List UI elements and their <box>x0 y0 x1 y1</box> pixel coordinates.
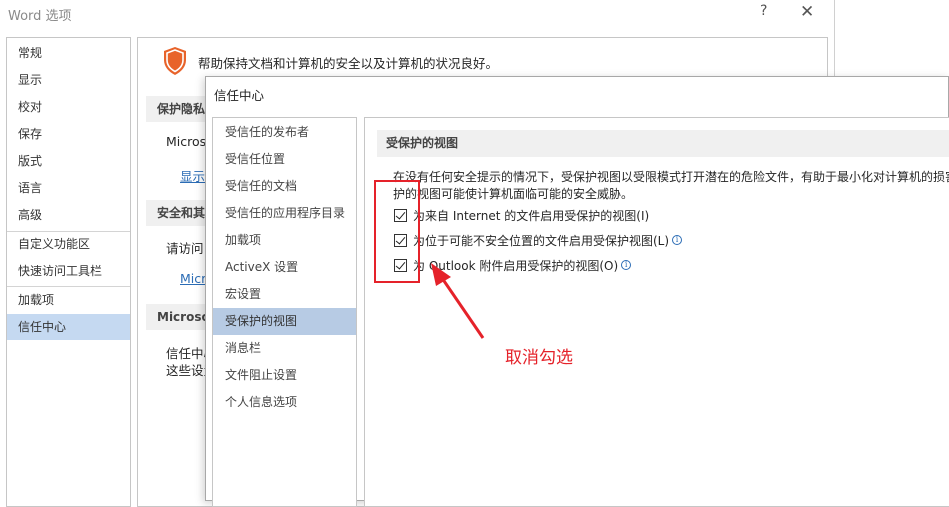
trust-center-content: 受保护的视图 在没有任何安全提示的情况下，受保护视图以受限模式打开潜在的危险文件… <box>364 117 949 507</box>
nav-item-general[interactable]: 常规 <box>7 40 130 66</box>
nav-item-trust-center[interactable]: 信任中心 <box>7 314 130 340</box>
nav-item-addins[interactable]: 加载项 <box>7 287 130 313</box>
tc-nav-trusted-documents[interactable]: 受信任的文档 <box>213 173 356 200</box>
info-icon: i <box>672 235 683 245</box>
trust-center-nav: 受信任的发布者 受信任位置 受信任的文档 受信任的应用程序目录 加载项 Acti… <box>212 117 357 507</box>
option-label: 为 Outlook 附件启用受保护的视图(O) <box>413 258 619 273</box>
tc-nav-addins[interactable]: 加载项 <box>213 227 356 254</box>
tc-nav-message-bar[interactable]: 消息栏 <box>213 335 356 362</box>
protected-view-section-head: 受保护的视图 <box>377 130 949 157</box>
nav-item-proofing[interactable]: 校对 <box>7 94 130 120</box>
annotation-text: 取消勾选 <box>505 348 573 368</box>
option-unsafe-locations[interactable]: 为位于可能不安全位置的文件启用受保护视图(L) i <box>394 232 683 248</box>
nav-item-language[interactable]: 语言 <box>7 175 130 201</box>
option-internet-files[interactable]: 为来自 Internet 的文件启用受保护的视图(I) <box>394 207 649 223</box>
protected-view-description: 在没有任何安全提示的情况下，受保护视图以受限模式打开潜在的危险文件，有助于最小化… <box>393 170 949 184</box>
shield-icon <box>164 47 186 75</box>
tc-nav-macro-settings[interactable]: 宏设置 <box>213 281 356 308</box>
window-title: Word 选项 <box>8 9 72 24</box>
intro-text: 帮助保持文档和计算机的安全以及计算机的状况良好。 <box>198 56 499 71</box>
nav-item-quick-access-toolbar[interactable]: 快速访问工具栏 <box>7 258 130 284</box>
privacy-link[interactable]: 显示 <box>180 166 205 185</box>
nav-item-typography[interactable]: 版式 <box>7 148 130 174</box>
annotation-highlight-box <box>374 180 420 283</box>
tc-nav-privacy-options[interactable]: 个人信息选项 <box>213 389 356 416</box>
close-icon[interactable]: ✕ <box>800 2 814 22</box>
privacy-text: Micros <box>166 134 207 149</box>
tc-nav-protected-view[interactable]: 受保护的视图 <box>213 308 356 335</box>
option-outlook-attachments[interactable]: 为 Outlook 附件启用受保护的视图(O) i <box>394 257 632 273</box>
tc-nav-activex[interactable]: ActiveX 设置 <box>213 254 356 281</box>
security-link[interactable]: Micr <box>180 271 206 286</box>
tc-nav-trusted-locations[interactable]: 受信任位置 <box>213 146 356 173</box>
nav-item-advanced[interactable]: 高级 <box>7 202 130 228</box>
help-button[interactable]: ? <box>760 3 767 19</box>
info-icon: i <box>621 260 632 270</box>
protected-view-description-2: 护的视图可能使计算机面临可能的安全威胁。 <box>393 187 634 201</box>
nav-item-save[interactable]: 保存 <box>7 121 130 147</box>
tc-nav-trusted-publishers[interactable]: 受信任的发布者 <box>213 119 356 146</box>
tc-nav-trusted-app-catalogs[interactable]: 受信任的应用程序目录 <box>213 200 356 227</box>
tc-nav-file-block[interactable]: 文件阻止设置 <box>213 362 356 389</box>
dialog-title: 信任中心 <box>214 88 265 103</box>
option-label: 为位于可能不安全位置的文件启用受保护视图(L) <box>413 233 670 248</box>
security-text: 请访问 <box>166 241 204 256</box>
option-label: 为来自 Internet 的文件启用受保护的视图(I) <box>413 208 650 223</box>
nav-item-customize-ribbon[interactable]: 自定义功能区 <box>7 231 130 257</box>
trust-center-dialog: 信任中心 受信任的发布者 受信任位置 受信任的文档 受信任的应用程序目录 加载项… <box>205 76 949 507</box>
nav-item-display[interactable]: 显示 <box>7 67 130 93</box>
options-nav: 常规 显示 校对 保存 版式 语言 高级 自定义功能区 快速访问工具栏 加载项 … <box>6 37 131 507</box>
